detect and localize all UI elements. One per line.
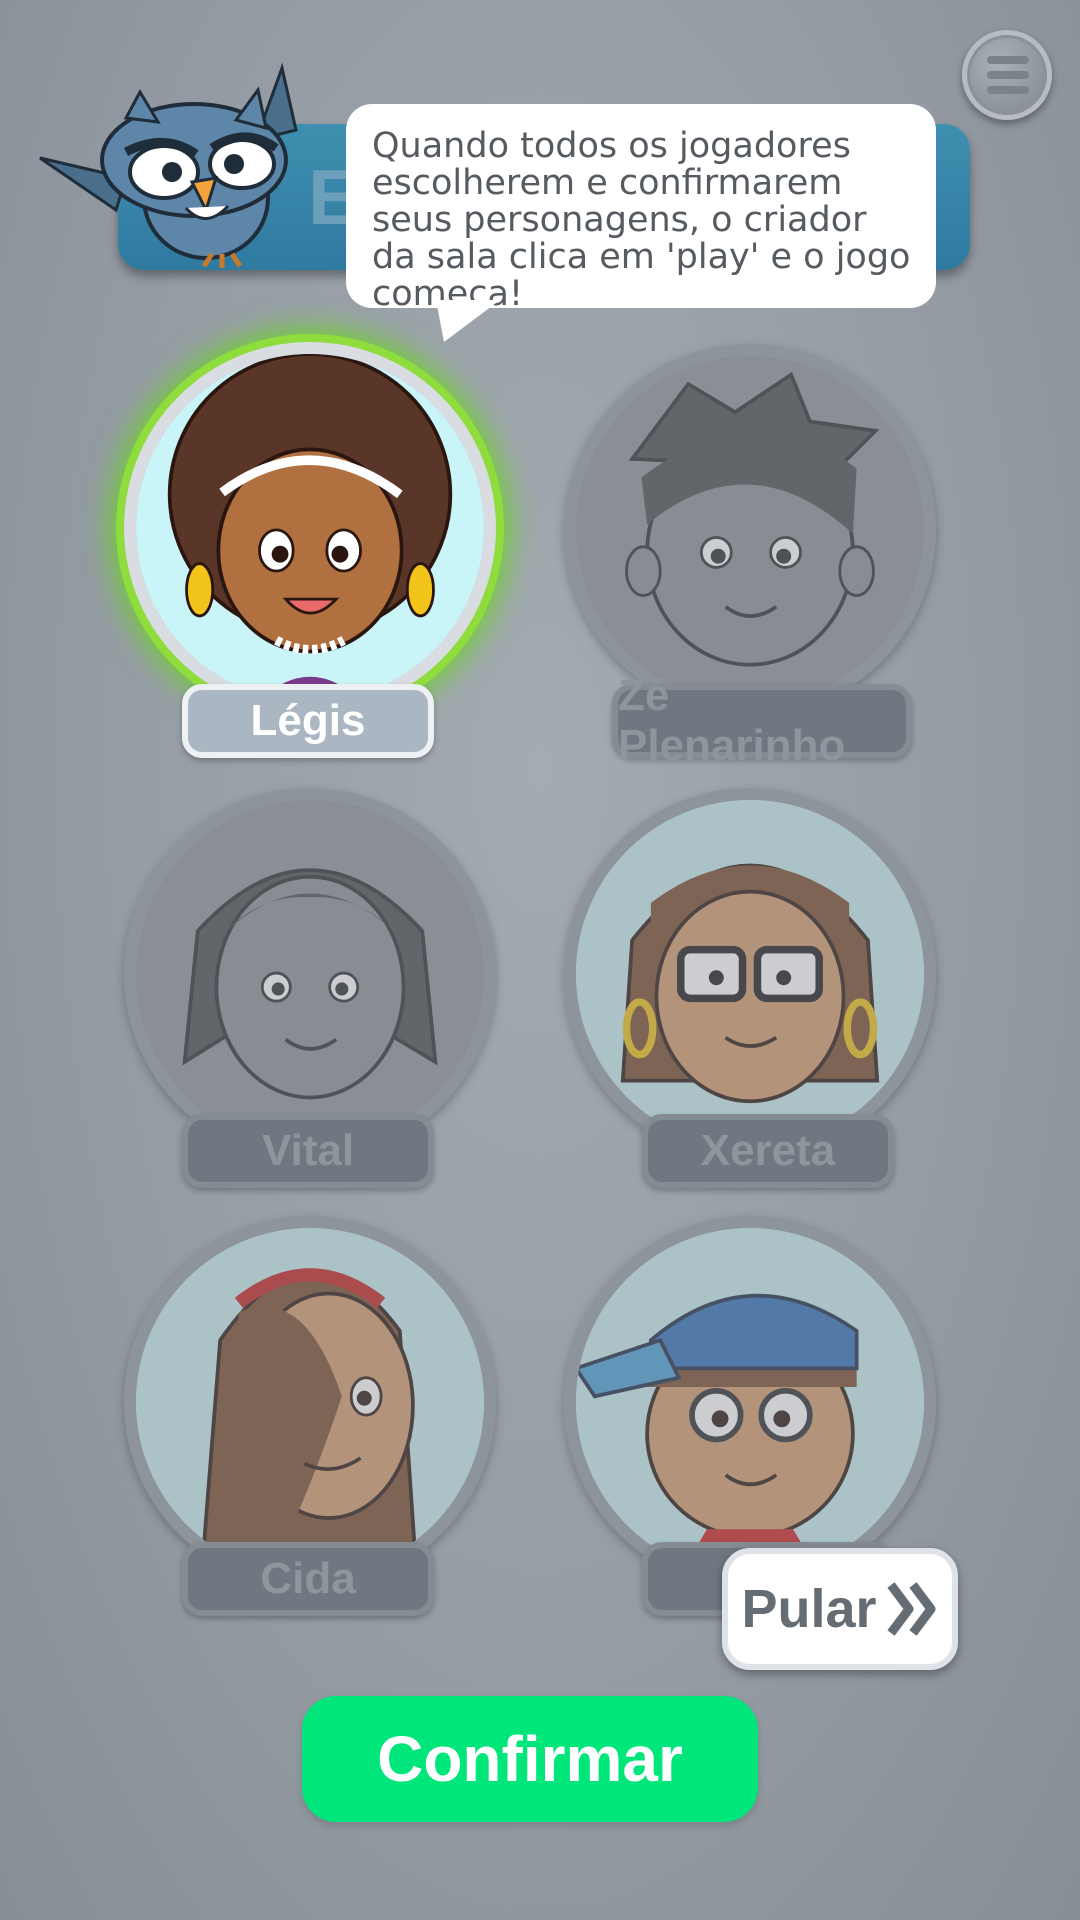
owl-mascot-icon bbox=[39, 62, 298, 268]
tooltip-tail bbox=[436, 300, 500, 342]
double-chevron-right-icon bbox=[886, 1582, 936, 1636]
character-name-vital[interactable]: Vital bbox=[182, 1114, 434, 1188]
confirm-button[interactable]: Confirmar bbox=[302, 1696, 758, 1822]
xereta-avatar bbox=[576, 800, 924, 1148]
skip-button[interactable]: Pular bbox=[722, 1548, 958, 1670]
character-portrait-cida[interactable] bbox=[124, 1216, 496, 1588]
legis-avatar bbox=[136, 354, 484, 702]
cida-avatar bbox=[136, 1228, 484, 1576]
character-portrait-ze-plenarinho[interactable] bbox=[564, 344, 936, 716]
confirm-label: Confirmar bbox=[377, 1723, 683, 1795]
character-name-legis[interactable]: Légis bbox=[182, 684, 434, 758]
tooltip-bubble: Quando todos os jogadores escolherem e c… bbox=[346, 104, 936, 313]
menu-button[interactable] bbox=[962, 30, 1052, 120]
cap-boy-avatar bbox=[576, 1228, 924, 1576]
vital-avatar bbox=[136, 800, 484, 1148]
character-name-ze-plenarinho[interactable]: Zé Plenarinho bbox=[612, 671, 912, 770]
skip-label: Pular bbox=[741, 1579, 877, 1639]
character-portrait-legis[interactable] bbox=[124, 342, 496, 714]
ze-plenarinho-avatar bbox=[576, 356, 924, 704]
character-name-cida[interactable]: Cida bbox=[182, 1542, 434, 1616]
character-portrait-vital[interactable] bbox=[124, 788, 496, 1160]
character-name-xereta[interactable]: Xereta bbox=[642, 1114, 894, 1188]
character-portrait-xereta[interactable] bbox=[564, 788, 936, 1160]
character-portrait-6[interactable] bbox=[564, 1216, 936, 1588]
tooltip-text: Quando todos os jogadores escolherem e c… bbox=[372, 126, 911, 314]
hamburger-menu-icon-bar bbox=[987, 71, 1029, 79]
hamburger-menu-icon bbox=[987, 56, 1029, 64]
hamburger-menu-icon-bar bbox=[987, 86, 1029, 94]
